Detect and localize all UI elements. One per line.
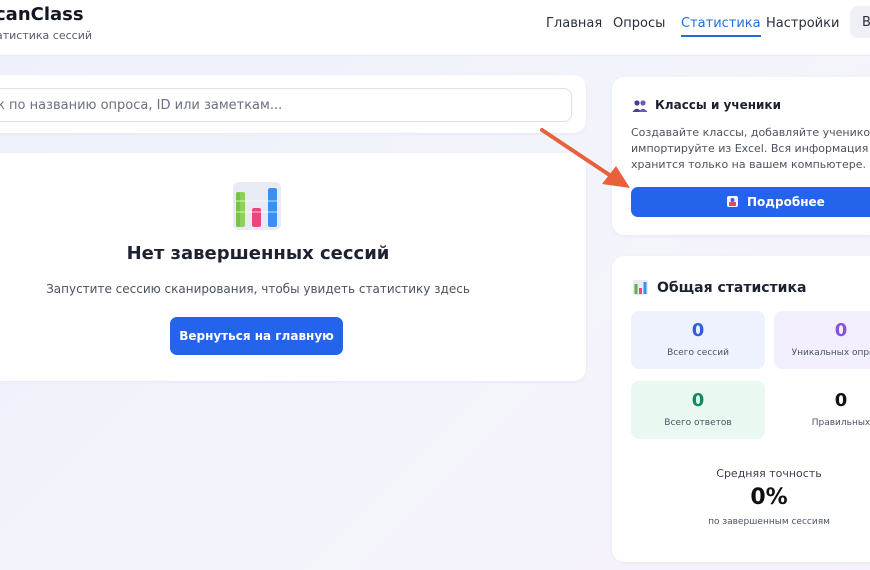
empty-state-card: Нет завершенных сессий Запустите сессию … — [0, 153, 586, 381]
overall-stats-card: Общая статистика 0 Всего сессий 0 Уникал… — [612, 256, 870, 562]
classes-card: Классы и ученики Создавайте классы, доба… — [612, 77, 870, 235]
back-to-home-button[interactable]: Вернуться на главную — [170, 317, 343, 355]
classes-desc-line: Создавайте классы, добавляйте учеников, — [631, 126, 870, 139]
accuracy-subtitle: по завершенным сессиям — [708, 517, 830, 527]
accuracy-label: Средняя точность — [716, 467, 822, 480]
classes-title: Классы и ученики — [655, 98, 781, 112]
stat-value: 0 — [834, 390, 848, 411]
search-card — [0, 75, 586, 133]
app-brand: canClass — [0, 4, 84, 25]
stat-correct: 0 Правильных — [774, 381, 870, 439]
stats-title: Общая статистика — [657, 280, 807, 296]
details-button-label: Подробнее — [747, 195, 825, 209]
stat-value: 0 — [691, 390, 705, 411]
accuracy-value: 0% — [750, 485, 788, 510]
top-header: canClass атистика сессий Главная Опросы … — [0, 0, 870, 56]
stat-total-sessions: 0 Всего сессий — [631, 311, 765, 369]
stat-total-answers: 0 Всего ответов — [631, 381, 765, 439]
students-icon — [727, 196, 738, 207]
nav-statistics[interactable]: Статистика — [681, 16, 761, 37]
stat-value: 0 — [691, 320, 705, 341]
nav-surveys[interactable]: Опросы — [613, 16, 665, 31]
empty-state-text: Запустите сессию сканирования, чтобы уви… — [46, 282, 470, 296]
stat-unique-surveys: 0 Уникальных опросов — [774, 311, 870, 369]
classes-desc-line: импортируйте из Excel. Вся информация о … — [631, 142, 870, 155]
app-subtitle: атистика сессий — [0, 29, 92, 42]
classes-description: Создавайте классы, добавляйте учеников, … — [631, 125, 870, 173]
nav-home[interactable]: Главная — [546, 16, 602, 31]
bar-chart-icon — [633, 280, 648, 295]
empty-state-title: Нет завершенных сессий — [126, 243, 390, 264]
stat-label: Всего сессий — [667, 348, 729, 358]
stat-label: Всего ответов — [664, 418, 732, 428]
people-icon — [632, 100, 648, 112]
details-button[interactable]: Подробнее — [631, 187, 870, 217]
stat-value: 0 — [834, 320, 848, 341]
bar-chart-icon — [233, 182, 281, 230]
pointer-arrow-icon — [540, 128, 630, 188]
nav-settings[interactable]: Настройки — [766, 16, 839, 31]
search-input[interactable] — [0, 88, 572, 122]
header-extra-button[interactable]: В — [850, 6, 870, 38]
stat-label: Правильных — [811, 418, 870, 428]
classes-desc-line: хранится только на вашем компьютере. — [631, 158, 866, 171]
stat-label: Уникальных опросов — [791, 348, 870, 358]
